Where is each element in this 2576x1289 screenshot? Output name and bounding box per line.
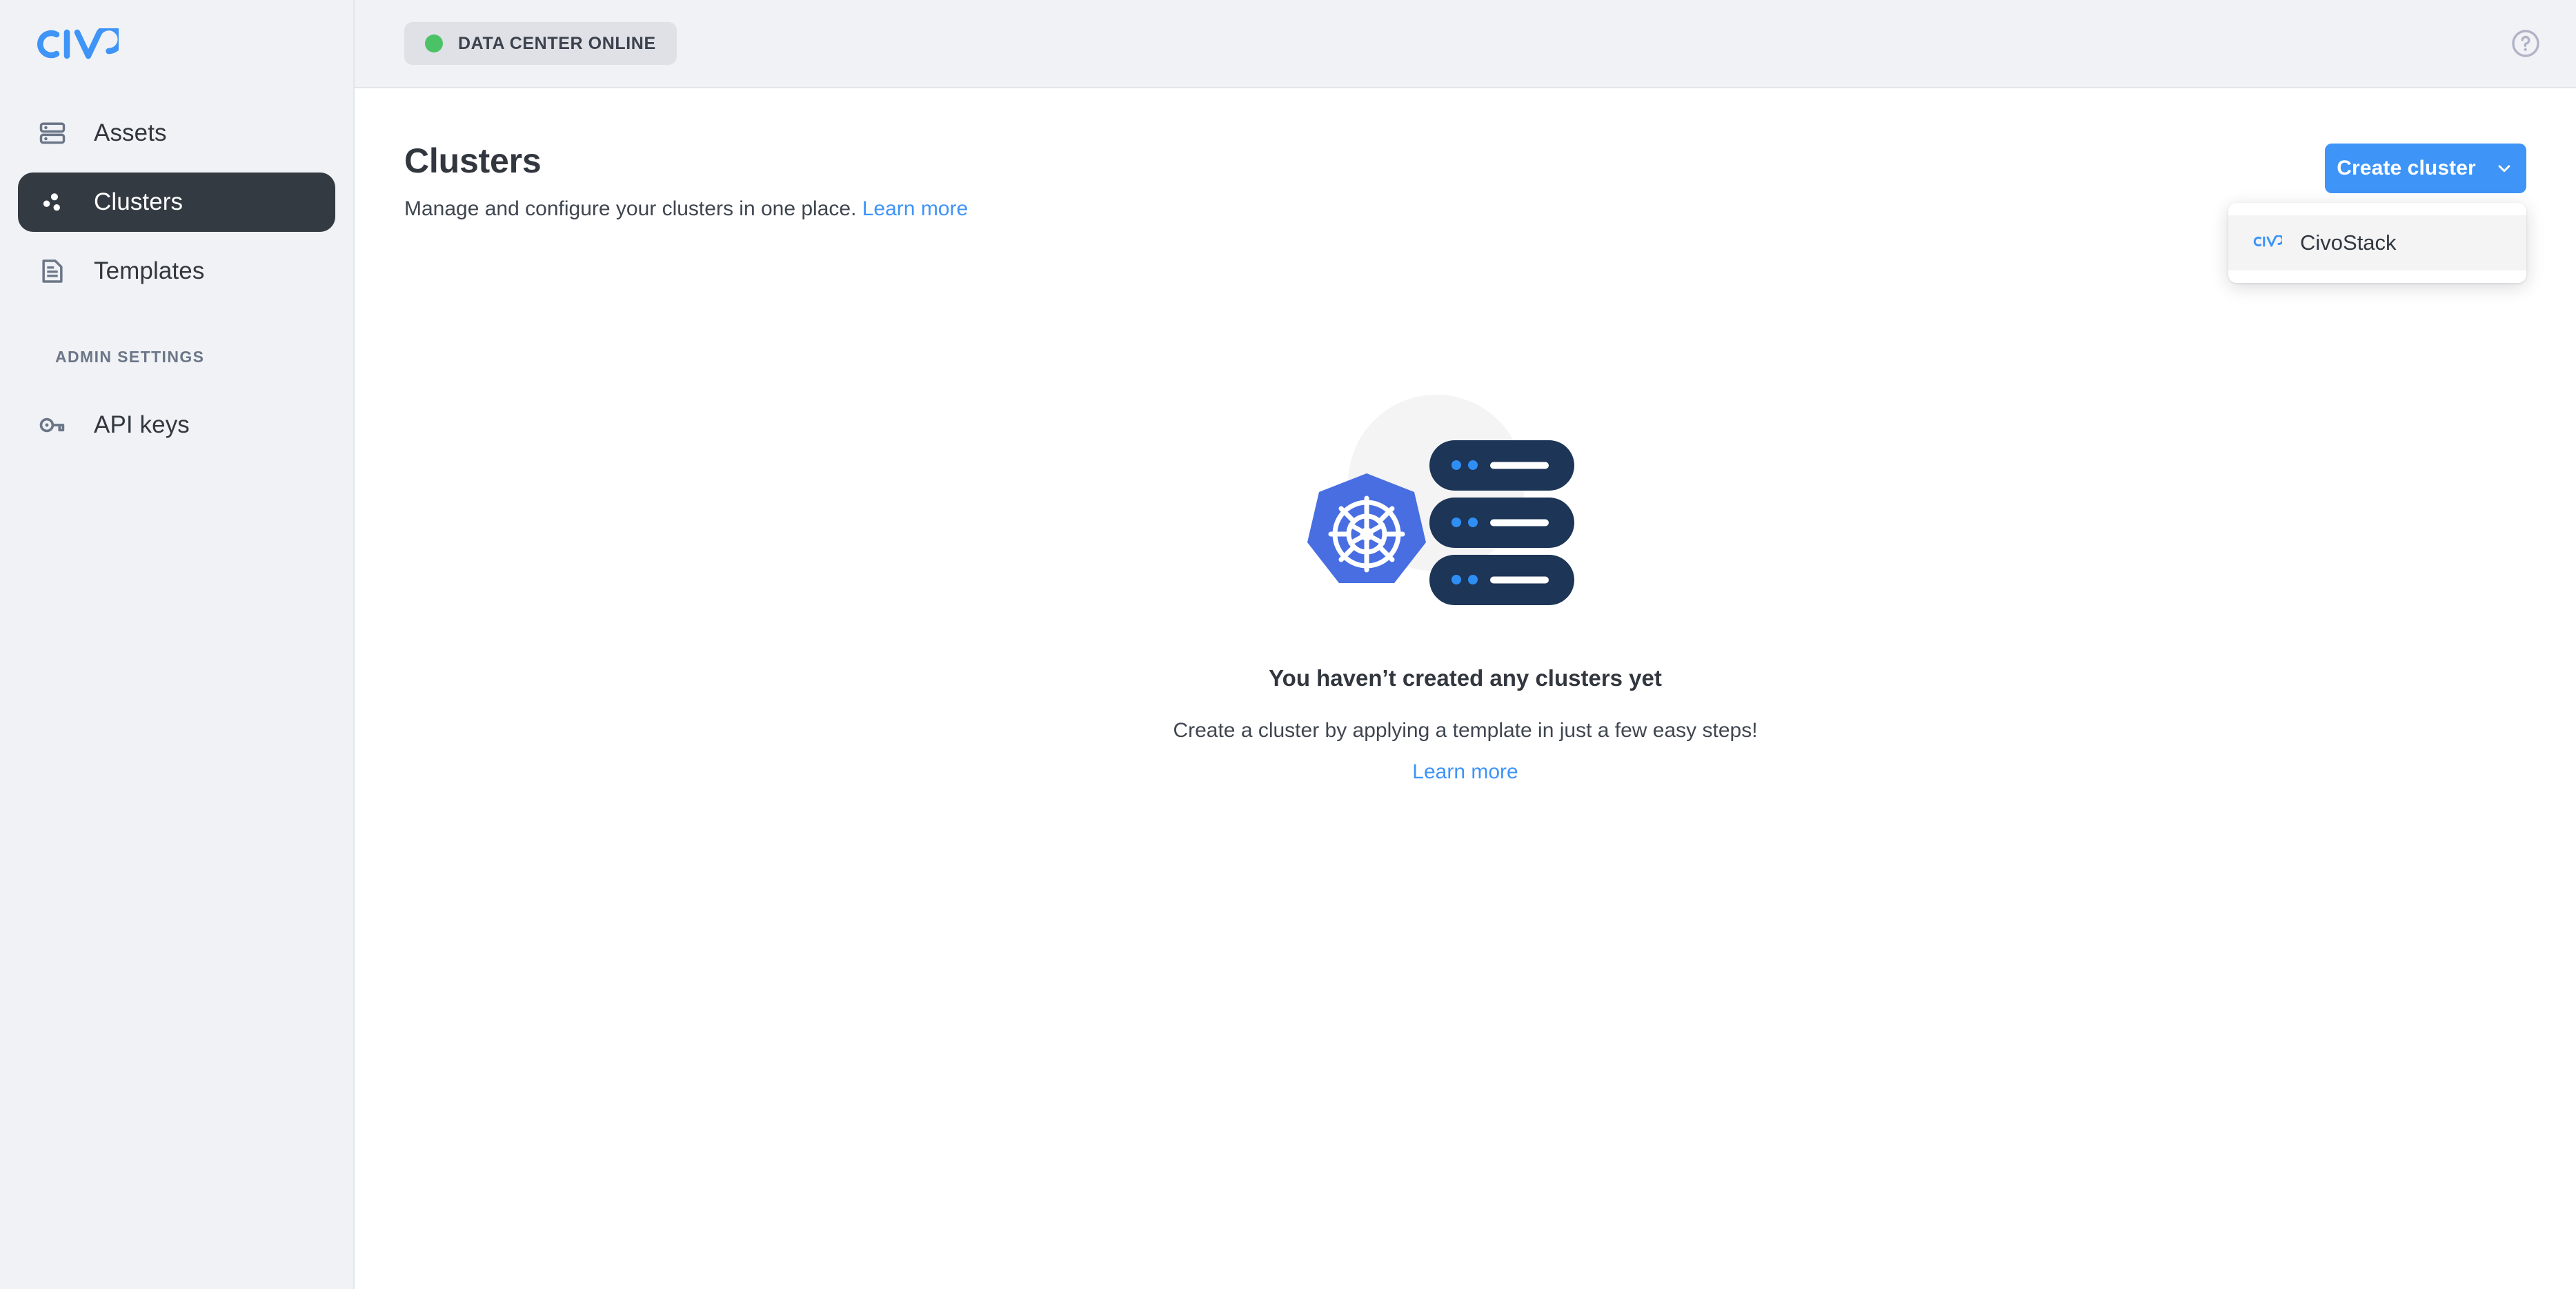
- sidebar-item-templates[interactable]: Templates: [18, 242, 335, 301]
- create-cluster-dropdown: CivoStack: [2228, 203, 2526, 283]
- dropdown-item-label: CivoStack: [2300, 230, 2397, 255]
- create-cluster-group: Create cluster CivoStack: [2228, 144, 2526, 283]
- sidebar-item-label: Assets: [94, 119, 167, 146]
- question-circle-icon: [2512, 30, 2539, 57]
- help-button[interactable]: [2506, 23, 2546, 63]
- server-rack-icon: [37, 118, 76, 148]
- kubernetes-servers-illustration: [1286, 386, 1645, 614]
- clusters-dots-icon: [37, 187, 76, 217]
- sidebar-item-label: API keys: [94, 411, 190, 438]
- civo-logo[interactable]: [0, 0, 353, 88]
- status-dot-icon: [425, 35, 443, 52]
- sidebar-item-assets[interactable]: Assets: [18, 104, 335, 163]
- sidebar: Assets Clusters Templates ADMIN SETTINGS…: [0, 0, 355, 1289]
- sidebar-item-label: Templates: [94, 257, 205, 284]
- chevron-down-icon: [2494, 158, 2515, 179]
- page-subtitle-learn-more-link[interactable]: Learn more: [862, 197, 968, 220]
- page-title: Clusters: [404, 141, 542, 180]
- page-header: Clusters Manage and configure your clust…: [404, 88, 2526, 283]
- sidebar-section-title: ADMIN SETTINGS: [55, 348, 205, 366]
- dropdown-item-civostack[interactable]: CivoStack: [2228, 215, 2526, 270]
- empty-state-learn-more-link[interactable]: Learn more: [1412, 760, 1518, 784]
- main-area: DATA CENTER ONLINE Clusters Manage and c…: [355, 0, 2576, 1289]
- page-subtitle: Manage and configure your clusters in on…: [404, 197, 2526, 221]
- sidebar-nav: Assets Clusters Templates ADMIN SETTINGS…: [0, 88, 353, 455]
- sidebar-item-clusters[interactable]: Clusters: [18, 173, 335, 232]
- civo-logo-icon: [2253, 234, 2284, 251]
- empty-state: You haven’t created any clusters yet Cre…: [355, 386, 2576, 784]
- app-root: Assets Clusters Templates ADMIN SETTINGS…: [0, 0, 2576, 1289]
- status-badge: DATA CENTER ONLINE: [404, 22, 677, 65]
- sidebar-item-api-keys[interactable]: API keys: [18, 395, 335, 455]
- empty-state-description: Create a cluster by applying a template …: [1173, 719, 1758, 742]
- page-content: Clusters Manage and configure your clust…: [355, 88, 2576, 283]
- key-icon: [37, 410, 76, 440]
- create-cluster-label: Create cluster: [2337, 157, 2476, 179]
- empty-state-title: You haven’t created any clusters yet: [1269, 665, 1662, 691]
- topbar: DATA CENTER ONLINE: [355, 0, 2576, 88]
- page-subtitle-text: Manage and configure your clusters in on…: [404, 197, 857, 220]
- document-icon: [37, 256, 76, 286]
- status-badge-label: DATA CENTER ONLINE: [458, 33, 656, 53]
- create-cluster-button[interactable]: Create cluster: [2325, 144, 2526, 193]
- sidebar-item-label: Clusters: [94, 188, 184, 215]
- civo-logo-icon: [37, 28, 119, 59]
